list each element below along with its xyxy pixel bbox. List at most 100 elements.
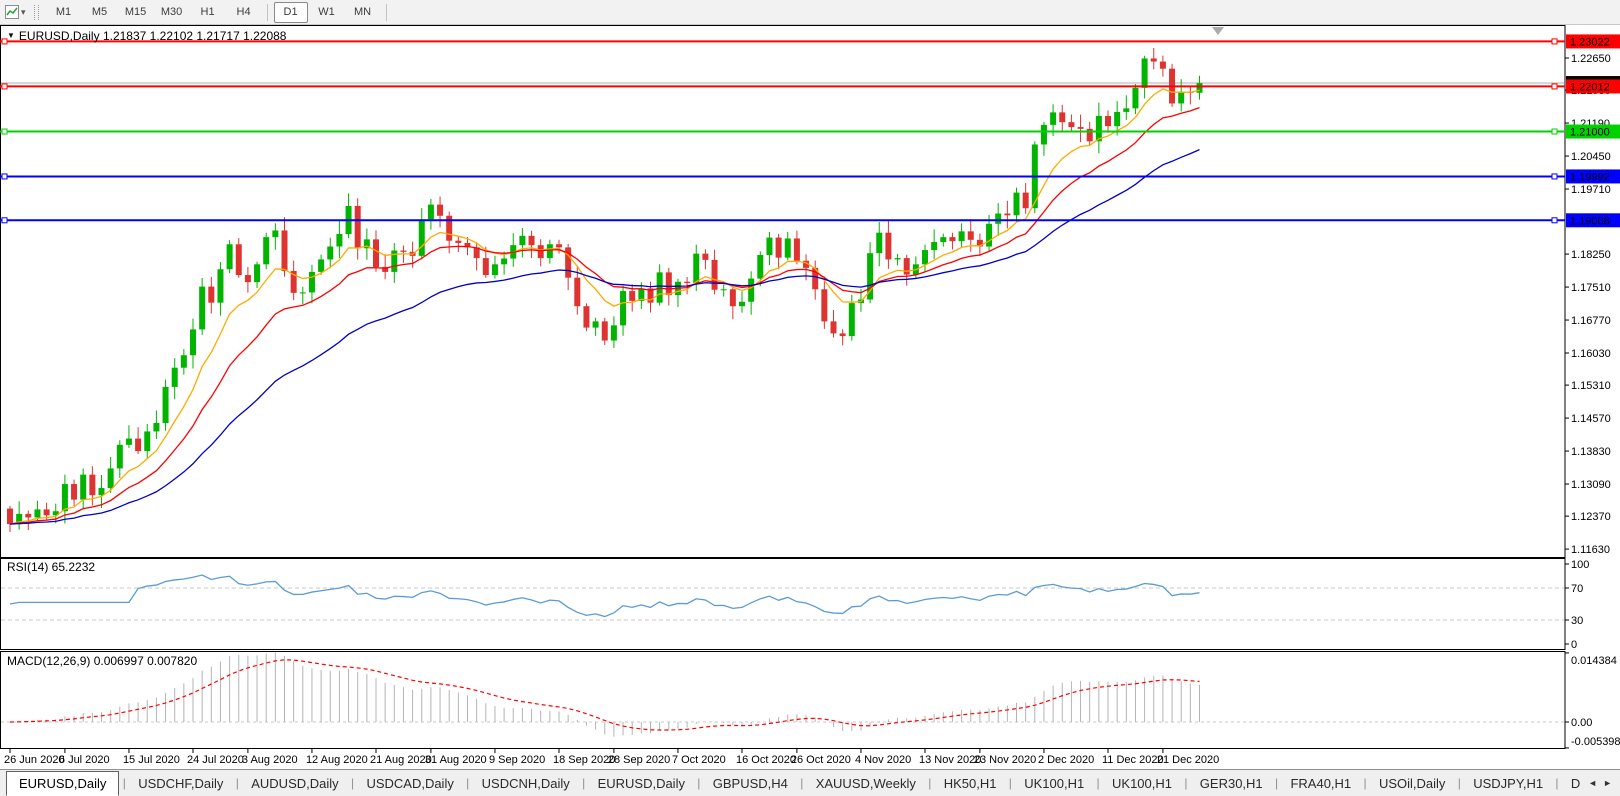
price-tick-label: 1.16030	[1571, 348, 1611, 360]
tab-separator: |	[119, 776, 129, 790]
date-tick-label: 18 Sep 2020	[553, 754, 615, 766]
chart-symbol-title: EURUSD,Daily	[19, 29, 100, 43]
macd-tick-label: -0.005398	[1571, 736, 1620, 748]
tab-separator: |	[1181, 776, 1191, 790]
macd-panel[interactable]	[1, 652, 1566, 749]
date-tick-label: 6 Jul 2020	[59, 754, 110, 766]
date-tick-label: 15 Jul 2020	[123, 754, 180, 766]
rsi-panel[interactable]	[1, 559, 1566, 650]
date-tick-label: 28 Sep 2020	[608, 754, 670, 766]
tab-separator: |	[1454, 776, 1464, 790]
chart-tab-GER30-H1[interactable]: GER30,H1	[1191, 772, 1272, 795]
chart-tab-USDCNH-Daily[interactable]: USDCNH,Daily	[473, 772, 579, 795]
price-tick-label: 1.13090	[1571, 479, 1611, 491]
main-chart-panel[interactable]	[1, 26, 1566, 558]
svg-text:1.23022: 1.23022	[1570, 36, 1610, 48]
date-tick-label: 26 Oct 2020	[791, 754, 851, 766]
date-tick-label: 2 Dec 2020	[1038, 754, 1094, 766]
chart-tab-XAUUSD-Weekly[interactable]: XAUUSD,Weekly	[807, 772, 925, 795]
date-tick-label: 13 Nov 2020	[919, 754, 981, 766]
tab-separator: |	[348, 776, 358, 790]
rsi-axis[interactable]: 100 70 30 0	[1565, 559, 1589, 651]
tab-separator: |	[463, 776, 473, 790]
date-tick-label: 23 Nov 2020	[974, 754, 1036, 766]
title-dropdown-icon[interactable]: ▼	[7, 31, 15, 40]
chart-ohlc-values: 1.21837 1.22102 1.21717 1.22088	[103, 29, 287, 43]
hline-handle[interactable]	[1552, 174, 1557, 179]
date-tick-label: 12 Aug 2020	[306, 754, 368, 766]
chart-tab-USDCHF-Daily[interactable]: USDCHF,Daily	[129, 772, 232, 795]
chart-tabs: EURUSD,Daily | USDCHF,Daily | AUDUSD,Dai…	[0, 770, 1580, 796]
svg-text:1.19008: 1.19008	[1570, 215, 1610, 227]
rsi-tick-label: 30	[1571, 615, 1583, 627]
date-tick-label: 16 Oct 2020	[736, 754, 796, 766]
rsi-tick-label: 100	[1571, 559, 1589, 571]
chart-tab-HK50-H1[interactable]: HK50,H1	[935, 772, 1006, 795]
tab-scroll-right-icon[interactable]: ►	[1603, 778, 1612, 788]
date-tick-label: 21 Dec 2020	[1157, 754, 1219, 766]
chart-tab-EURUSD-Daily[interactable]: EURUSD,Daily	[6, 771, 119, 796]
hline-handle[interactable]	[1552, 218, 1557, 223]
chart-tab-DJ30-Daily[interactable]: DJ30,Daily	[1562, 772, 1580, 795]
date-tick-label: 31 Aug 2020	[425, 754, 487, 766]
tab-separator: |	[232, 776, 242, 790]
price-tick-label: 1.18250	[1571, 249, 1611, 261]
tab-separator: |	[579, 776, 589, 790]
price-tick-label: 1.14570	[1571, 413, 1611, 425]
tab-separator: |	[1272, 776, 1282, 790]
chart-tab-bar: EURUSD,Daily | USDCHF,Daily | AUDUSD,Dai…	[0, 769, 1620, 796]
price-tick-label: 1.16770	[1571, 315, 1611, 327]
chart-tab-UK100-H1[interactable]: UK100,H1	[1103, 772, 1181, 795]
date-axis[interactable]: 26 Jun 20206 Jul 2020 15 Jul 2020 24 Jul 2…	[4, 748, 1219, 766]
tab-separator: |	[1552, 776, 1562, 790]
chart-tab-USDCAD-Daily[interactable]: USDCAD,Daily	[357, 772, 462, 795]
tab-separator: |	[694, 776, 704, 790]
tab-scroll-buttons: ◄ ►	[1580, 770, 1620, 796]
date-tick-label: 3 Aug 2020	[242, 754, 298, 766]
price-tick-label: 1.15310	[1571, 380, 1611, 392]
rsi-tick-label: 70	[1571, 583, 1583, 595]
date-tick-label: 24 Jul 2020	[187, 754, 244, 766]
price-tick-label: 1.20450	[1571, 151, 1611, 163]
chart-tab-UK100-H1[interactable]: UK100,H1	[1015, 772, 1093, 795]
date-tick-label: 26 Jun 2020	[4, 754, 65, 766]
price-tick-label: 1.13830	[1571, 446, 1611, 458]
chart-tab-GBPUSD-H4[interactable]: GBPUSD,H4	[704, 772, 797, 795]
price-tick-label: 1.17510	[1571, 282, 1611, 294]
tab-scroll-left-icon[interactable]: ◄	[1588, 778, 1597, 788]
macd-tick-label: 0.00	[1571, 717, 1592, 729]
rsi-indicator-label: RSI(14) 65.2232	[7, 560, 95, 574]
hline-handle[interactable]	[2, 84, 7, 89]
date-tick-label: 9 Sep 2020	[489, 754, 545, 766]
chart-canvas[interactable]: 1.226501.219301.211901.204501.197101.182…	[0, 0, 1620, 796]
rsi-tick-label: 0	[1571, 639, 1577, 651]
hline-handle[interactable]	[2, 174, 7, 179]
tab-separator: |	[925, 776, 935, 790]
chart-tab-EURUSD-Daily[interactable]: EURUSD,Daily	[589, 772, 694, 795]
chart-tab-USOil-Daily[interactable]: USOil,Daily	[1370, 772, 1454, 795]
svg-text:1.19992: 1.19992	[1570, 171, 1610, 183]
hline-handle[interactable]	[1552, 129, 1557, 134]
chart-tab-FRA40-H1[interactable]: FRA40,H1	[1281, 772, 1360, 795]
tab-separator: |	[1360, 776, 1370, 790]
date-tick-label: 21 Aug 2020	[370, 754, 432, 766]
date-tick-label: 11 Dec 2020	[1102, 754, 1164, 766]
hline-handle[interactable]	[1552, 39, 1557, 44]
hline-handle[interactable]	[2, 218, 7, 223]
tab-separator: |	[1093, 776, 1103, 790]
price-tick-label: 1.19710	[1571, 184, 1611, 196]
hline-handle[interactable]	[1552, 84, 1557, 89]
price-tick-label: 1.22650	[1571, 53, 1611, 65]
macd-tick-label: 0.014384	[1571, 655, 1617, 667]
svg-text:1.22012: 1.22012	[1570, 81, 1610, 93]
macd-axis[interactable]: 0.014384 0.00 -0.005398	[1565, 653, 1620, 748]
chart-title: ▼ EURUSD,Daily 1.21837 1.22102 1.21717 1.…	[7, 29, 286, 43]
hline-handle[interactable]	[2, 129, 7, 134]
tab-separator: |	[1005, 776, 1015, 790]
tab-separator: |	[797, 776, 807, 790]
chart-tab-AUDUSD-Daily[interactable]: AUDUSD,Daily	[242, 772, 347, 795]
chart-tab-USDJPY-H1[interactable]: USDJPY,H1	[1464, 772, 1552, 795]
svg-text:1.21000: 1.21000	[1570, 127, 1610, 139]
date-tick-label: 7 Oct 2020	[672, 754, 726, 766]
macd-indicator-label: MACD(12,26,9) 0.006997 0.007820	[7, 654, 197, 668]
